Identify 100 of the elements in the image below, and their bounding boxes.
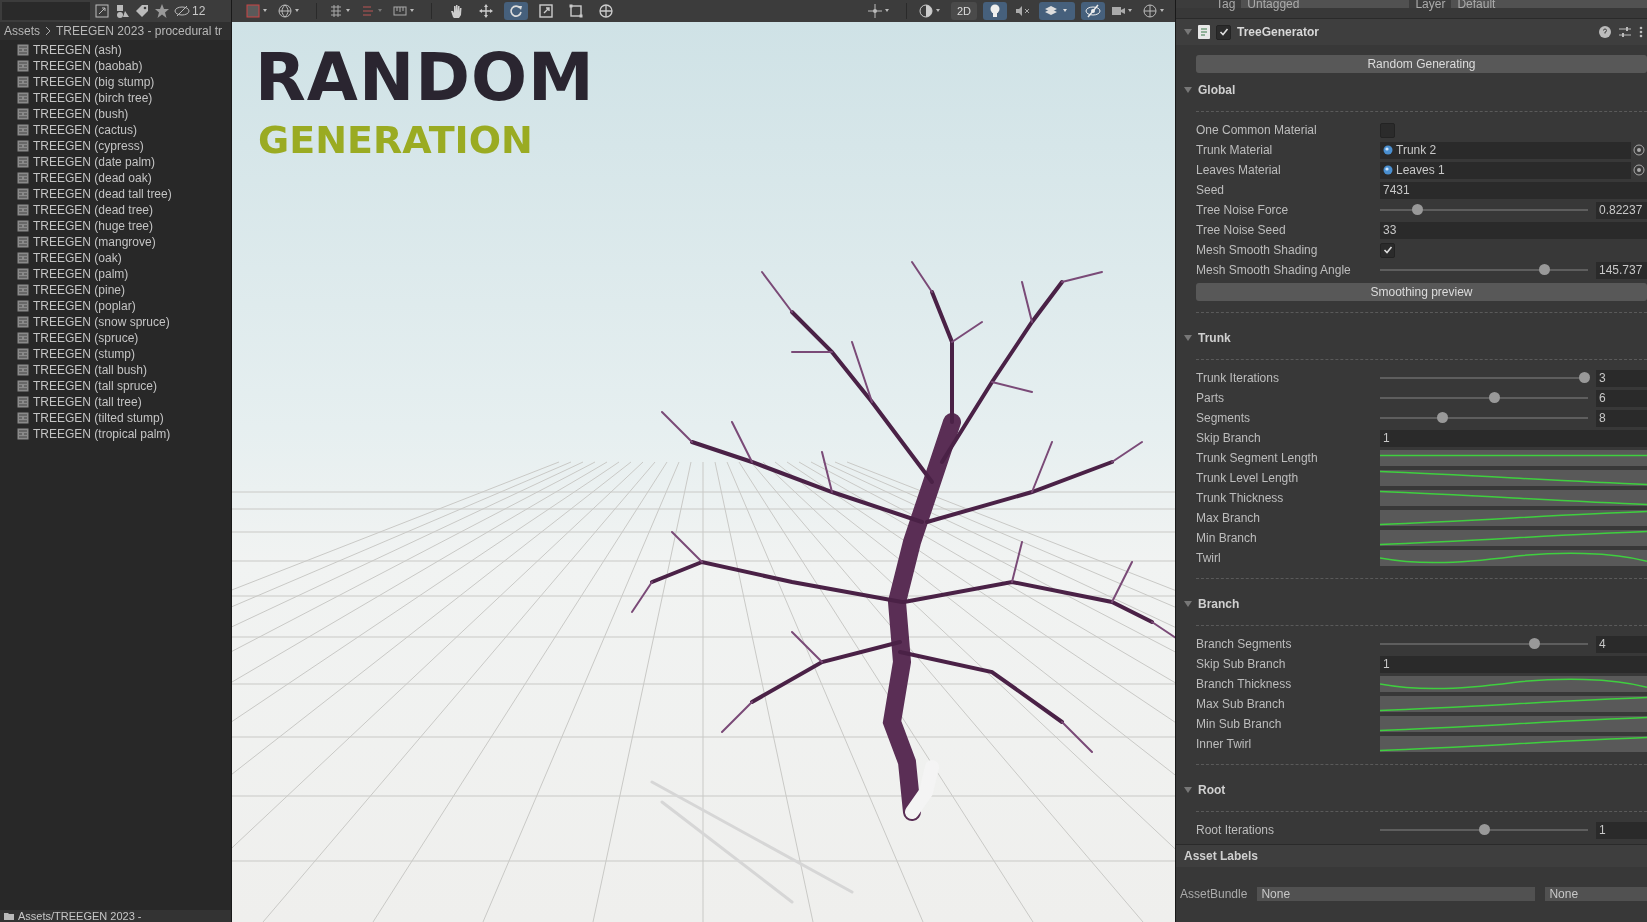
curve-field[interactable] [1380, 736, 1647, 752]
random-generating-button[interactable]: Random Generating [1196, 55, 1647, 73]
asset-icon [17, 380, 29, 392]
section-foldout[interactable]: Global [1184, 79, 1647, 101]
property-label: Trunk Iterations [1196, 371, 1280, 385]
scene-view[interactable]: RANDOM GENERATION [232, 22, 1175, 922]
2d-toggle-button[interactable]: 2D [950, 2, 977, 20]
asset-item[interactable]: TREEGEN (mangrove) [17, 234, 231, 250]
window-icon[interactable] [94, 3, 110, 19]
asset-item[interactable]: TREEGEN (date palm) [17, 154, 231, 170]
asset-item[interactable]: TREEGEN (tall spruce) [17, 378, 231, 394]
asset-item[interactable]: TREEGEN (big stump) [17, 74, 231, 90]
slider-thumb[interactable] [1528, 638, 1540, 649]
number-field[interactable]: 1 [1380, 655, 1647, 673]
asset-item[interactable]: TREEGEN (tilted stump) [17, 410, 231, 426]
asset-icon [17, 236, 29, 248]
foldout-icon [1184, 334, 1192, 342]
visibility-toggle-button[interactable] [1081, 2, 1105, 20]
effects-dropdown-button[interactable] [1039, 2, 1075, 20]
shapes-icon[interactable] [114, 3, 130, 19]
section-foldout[interactable]: Branch [1184, 593, 1647, 615]
help-icon[interactable] [1599, 26, 1611, 38]
asset-item[interactable]: TREEGEN (tall tree) [17, 394, 231, 410]
curve-field[interactable] [1380, 530, 1647, 546]
slider-thumb[interactable] [1479, 824, 1490, 835]
asset-item[interactable]: TREEGEN (birch tree) [17, 90, 231, 106]
asset-item[interactable]: TREEGEN (bush) [17, 106, 231, 122]
lighting-toggle-button[interactable] [983, 2, 1007, 20]
asset-icon [17, 188, 29, 200]
asset-icon [17, 316, 29, 328]
slider-thumb[interactable] [1539, 264, 1551, 275]
asset-item[interactable]: TREEGEN (ash) [17, 42, 231, 58]
asset-labels-header[interactable]: Asset Labels [1176, 844, 1647, 867]
asset-item[interactable]: TREEGEN (baobab) [17, 58, 231, 74]
asset-item[interactable]: TREEGEN (tropical palm) [17, 426, 231, 442]
asset-item[interactable]: TREEGEN (pine) [17, 282, 231, 298]
object-field[interactable]: Leaves 1 [1380, 161, 1631, 179]
asset-bundle-dropdown[interactable]: None [1257, 887, 1536, 901]
curve-field[interactable] [1380, 450, 1647, 466]
asset-item[interactable]: TREEGEN (tall bush) [17, 362, 231, 378]
property-label: Inner Twirl [1196, 737, 1253, 751]
asset-item[interactable]: TREEGEN (cypress) [17, 138, 231, 154]
asset-item[interactable]: TREEGEN (dead tall tree) [17, 186, 231, 202]
curve-field[interactable] [1380, 676, 1647, 692]
asset-icon [17, 140, 29, 152]
curve-field[interactable] [1380, 550, 1647, 566]
property-label: One Common Material [1196, 123, 1318, 137]
asset-item[interactable]: TREEGEN (poplar) [17, 298, 231, 314]
number-field[interactable]: 7431 [1380, 181, 1647, 199]
object-picker-icon[interactable] [1633, 144, 1645, 156]
slider-thumb[interactable] [1437, 412, 1449, 423]
curve-field[interactable] [1380, 716, 1647, 732]
more-options-icon[interactable] [1639, 26, 1643, 38]
object-picker-icon[interactable] [1633, 164, 1645, 176]
hidden-count-button[interactable]: 12 [174, 4, 206, 18]
number-field[interactable]: 1 [1596, 821, 1647, 839]
asset-item[interactable]: TREEGEN (dead oak) [17, 170, 231, 186]
number-field[interactable]: 3 [1596, 369, 1647, 387]
asset-item[interactable]: TREEGEN (huge tree) [17, 218, 231, 234]
tag-icon[interactable] [134, 3, 150, 19]
slider-thumb[interactable] [1412, 204, 1424, 215]
rotate-tool-button[interactable] [504, 2, 528, 20]
component-header[interactable]: TreeGenerator [1176, 18, 1647, 45]
section-foldout[interactable]: Trunk [1184, 327, 1647, 349]
asset-item[interactable]: TREEGEN (stump) [17, 346, 231, 362]
asset-icon [17, 268, 29, 280]
number-field[interactable]: 8 [1596, 409, 1647, 427]
curve-field[interactable] [1380, 696, 1647, 712]
foldout-icon[interactable] [1184, 28, 1192, 36]
breadcrumb-link[interactable]: Assets [4, 24, 40, 38]
presets-icon[interactable] [1619, 26, 1631, 38]
curve-field[interactable] [1380, 510, 1647, 526]
slider-thumb[interactable] [1489, 392, 1501, 403]
asset-item[interactable]: TREEGEN (spruce) [17, 330, 231, 346]
star-icon[interactable] [154, 3, 170, 19]
property-label: Leaves Material [1196, 163, 1282, 177]
curve-field[interactable] [1380, 470, 1647, 486]
number-field[interactable]: 33 [1380, 221, 1647, 239]
enabled-checkbox[interactable] [1216, 24, 1231, 40]
number-field[interactable]: 4 [1596, 635, 1647, 653]
asset-item[interactable]: TREEGEN (snow spruce) [17, 314, 231, 330]
checkbox[interactable] [1380, 242, 1395, 258]
asset-item[interactable]: TREEGEN (oak) [17, 250, 231, 266]
breadcrumb-link[interactable]: TREEGEN 2023 - procedural tr [56, 24, 223, 38]
number-field[interactable]: 0.82237 [1596, 201, 1647, 219]
property-label: Seed [1196, 183, 1226, 197]
asset-item[interactable]: TREEGEN (palm) [17, 266, 231, 282]
property-label: Min Sub Branch [1196, 717, 1283, 731]
object-field[interactable]: Trunk 2 [1380, 141, 1631, 159]
asset-item[interactable]: TREEGEN (dead tree) [17, 202, 231, 218]
slider-thumb[interactable] [1578, 372, 1590, 383]
asset-variant-dropdown[interactable]: None [1545, 887, 1647, 901]
number-field[interactable]: 6 [1596, 389, 1647, 407]
number-field[interactable]: 145.737 [1596, 261, 1647, 279]
asset-item[interactable]: TREEGEN (cactus) [17, 122, 231, 138]
asset-icon [17, 172, 29, 184]
section-foldout[interactable]: Root [1184, 779, 1647, 801]
curve-field[interactable] [1380, 490, 1647, 506]
number-field[interactable]: 1 [1380, 429, 1647, 447]
smoothing-preview-button[interactable]: Smoothing preview [1196, 283, 1647, 301]
